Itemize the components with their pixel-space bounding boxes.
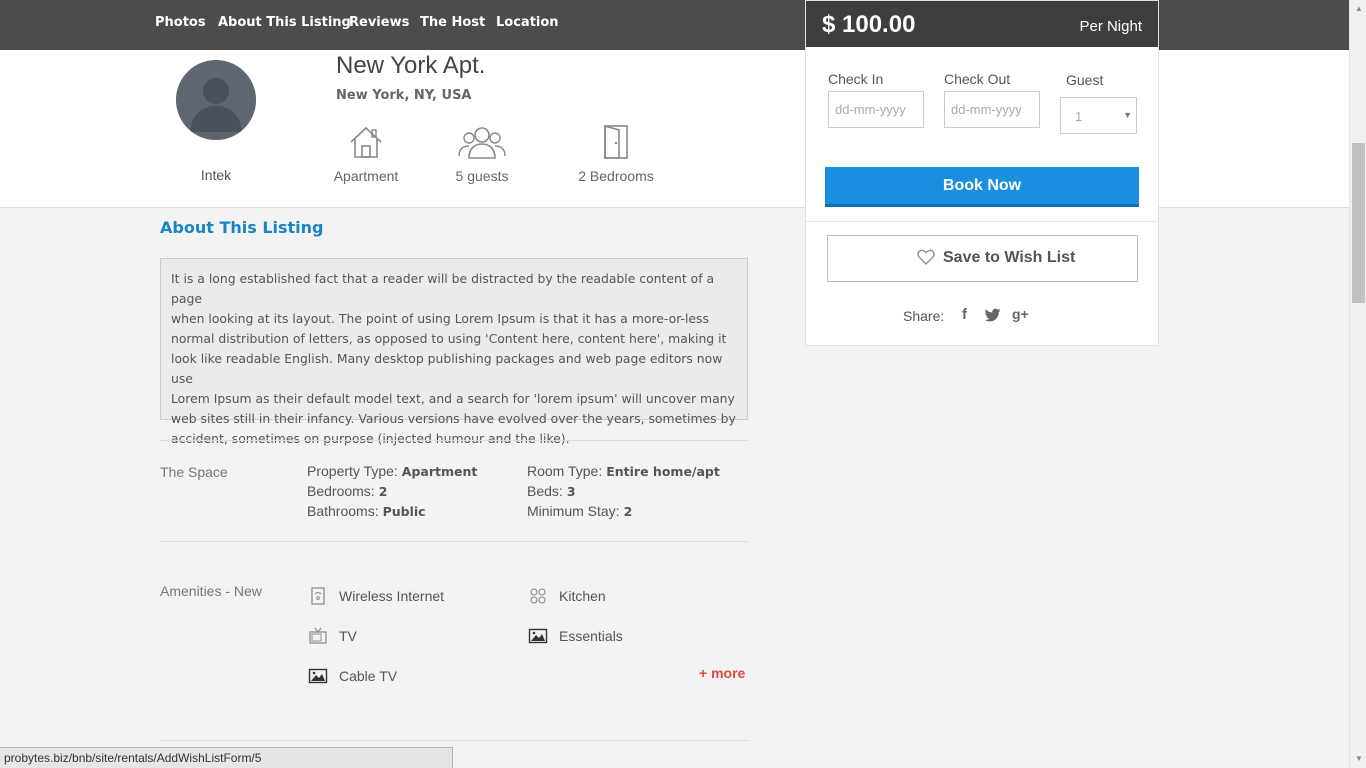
nav-location[interactable]: Location (496, 15, 559, 30)
amenity-label: TV (339, 628, 357, 644)
google-plus-icon[interactable]: g+ (1012, 306, 1029, 322)
host-name[interactable]: Intek (176, 167, 256, 183)
guests-icon (458, 127, 506, 159)
tv-icon (309, 627, 327, 644)
price-bar: $ 100.00 Per Night (806, 1, 1158, 47)
wishlist-label: Save to Wish List (943, 249, 1076, 266)
feature-label: Apartment (333, 168, 399, 184)
space-bathrooms: Bathrooms: Public (307, 503, 426, 519)
host-avatar[interactable] (176, 60, 256, 140)
feature-property-type: Apartment (333, 124, 399, 184)
description-line: look like readable English. Many desktop… (171, 351, 723, 386)
nav-host[interactable]: The Host (420, 15, 485, 30)
heart-icon (917, 249, 935, 265)
description-line: when looking at its layout. The point of… (171, 311, 709, 326)
check-in-input[interactable] (828, 91, 924, 128)
scroll-up-arrow-icon[interactable]: ▲ (1355, 4, 1363, 13)
share-label: Share: (903, 308, 945, 324)
door-icon (604, 124, 628, 159)
space-value: Apartment (401, 464, 478, 479)
wifi-icon (311, 587, 325, 605)
check-out-label: Check Out (944, 71, 1011, 87)
nav-about[interactable]: About This Listing (218, 15, 351, 30)
space-label: The Space (160, 464, 228, 480)
guest-label: Guest (1066, 72, 1104, 88)
nav-reviews[interactable]: Reviews (349, 15, 409, 30)
guest-value: 1 (1075, 109, 1083, 124)
description-line: accident, sometimes on purpose (injected… (171, 431, 570, 446)
description-line: Lorem Ipsum as their default model text,… (171, 391, 735, 406)
facebook-icon[interactable]: f (962, 306, 967, 323)
space-key: Room Type: (527, 463, 603, 479)
feature-guests: 5 guests (455, 124, 509, 184)
amenity-label: Essentials (559, 628, 623, 644)
nav-photos[interactable]: Photos (155, 15, 206, 30)
divider (160, 740, 748, 741)
guest-select[interactable]: 1 ▼ (1060, 97, 1137, 134)
more-amenities-link[interactable]: + more (699, 665, 745, 681)
divider (806, 221, 1158, 222)
space-key: Minimum Stay: (527, 503, 620, 519)
space-value: Public (382, 504, 426, 519)
check-in-label: Check In (828, 71, 884, 87)
book-now-button[interactable]: Book Now (825, 167, 1139, 207)
scroll-down-arrow-icon[interactable]: ▼ (1355, 754, 1363, 763)
feature-bedrooms: 2 Bedrooms (577, 124, 655, 184)
feature-label: 5 guests (455, 168, 509, 184)
space-beds: Beds: 3 (527, 483, 576, 499)
save-to-wishlist-button[interactable]: Save to Wish List (827, 235, 1138, 282)
space-property-type: Property Type: Apartment (307, 463, 477, 479)
space-key: Beds: (527, 483, 563, 499)
about-heading: About This Listing (160, 218, 324, 237)
space-value: 2 (378, 484, 388, 499)
browser-status-url: probytes.biz/bnb/site/rentals/AddWishLis… (0, 747, 453, 768)
space-bedrooms: Bedrooms: 2 (307, 483, 387, 499)
amenities-label: Amenities - New (160, 583, 262, 599)
image-icon (308, 668, 328, 684)
description-line: normal distribution of letters, as oppos… (171, 331, 727, 346)
listing-location: New York, NY, USA (336, 88, 472, 103)
house-icon (350, 126, 382, 158)
user-silhouette-icon (176, 60, 256, 140)
space-value: 2 (623, 504, 633, 519)
description-line: It is a long established fact that a rea… (171, 271, 715, 306)
listing-description: It is a long established fact that a rea… (160, 258, 748, 446)
image-icon (528, 628, 548, 644)
twitter-icon[interactable] (985, 308, 1001, 322)
kitchen-icon (530, 588, 546, 604)
space-key: Bathrooms: (307, 503, 379, 519)
description-line: web sites still in their infancy. Variou… (171, 411, 736, 426)
dropdown-caret-icon: ▼ (1123, 110, 1132, 120)
check-out-input[interactable] (944, 91, 1040, 128)
amenity-label: Kitchen (559, 588, 606, 604)
nightly-price: $ 100.00 (822, 11, 916, 38)
amenity-label: Wireless Internet (339, 588, 445, 604)
space-minimum-stay: Minimum Stay: 2 (527, 503, 632, 519)
feature-label: 2 Bedrooms (578, 168, 654, 184)
divider (160, 440, 748, 441)
space-room-type: Room Type: Entire home/apt (527, 463, 720, 479)
space-key: Property Type: (307, 463, 398, 479)
listing-title: New York Apt. (336, 52, 486, 79)
booking-panel: $ 100.00 Per Night Check In Check Out Gu… (805, 0, 1159, 346)
space-key: Bedrooms: (307, 483, 375, 499)
amenity-label: Cable TV (339, 668, 398, 684)
price-unit: Per Night (1079, 18, 1142, 35)
scrollbar-thumb[interactable] (1352, 143, 1365, 303)
page-scrollbar[interactable]: ▲ ▼ (1349, 0, 1366, 768)
space-value: 3 (566, 484, 576, 499)
space-value: Entire home/apt (606, 464, 720, 479)
divider (160, 541, 748, 542)
